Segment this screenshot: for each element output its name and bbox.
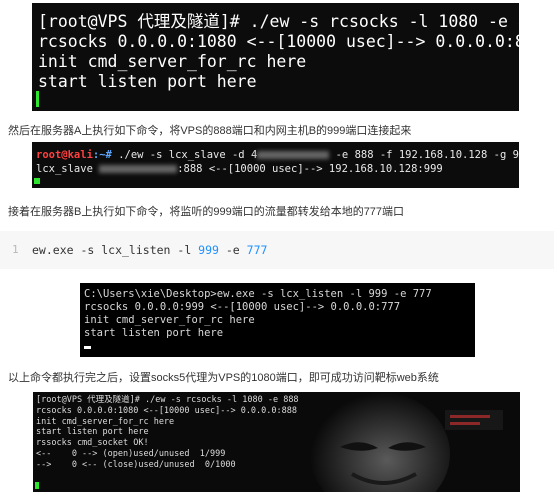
terminal-line: [root@VPS 代理及隧道]# ./ew -s rcsocks -l 108… — [38, 12, 519, 31]
terminal-line: rcsocks 0.0.0.0:1080 <--[10000 usec]--> … — [38, 32, 519, 51]
terminal-line: init cmd_server_for_rc here — [38, 52, 307, 71]
cursor-indicator — [35, 482, 39, 489]
code-text: -e — [218, 243, 247, 257]
terminal-line: init cmd_server_for_rc here — [84, 314, 255, 326]
terminal-line: rssocks cmd_socket OK! — [36, 438, 149, 449]
code-number: 777 — [246, 243, 268, 257]
code-line: ew.exe -s lcx_listen -l 999 -e 777 — [32, 243, 267, 257]
terminal-line: init cmd_server_for_rc here — [36, 416, 175, 427]
command-text: ./ew -s lcx_slave -d 4 — [111, 149, 258, 161]
terminal-line: rcsocks 0.0.0.0:999 <--[10000 usec]--> 0… — [84, 301, 401, 313]
terminal-line: start listen port here — [84, 327, 224, 339]
terminal-line: [root@VPS 代理及隧道]# ./ew -s rcsocks -l 108… — [36, 395, 299, 405]
terminal-vps-rcsocks-result: [root@VPS 代理及隧道]# ./ew -s rcsocks -l 108… — [33, 392, 520, 492]
terminal-kali-lcx-slave: root@kali:~# ./ew -s lcx_slave -d 4 -e 8… — [32, 142, 519, 188]
command-text: -e 888 -f 192.168.10.128 -g 999 — [329, 149, 519, 161]
terminal-line: lcx_slave :888 <--[10000 usec]--> 192.16… — [32, 162, 519, 176]
cursor-indicator — [84, 346, 91, 349]
prompt-path: :~# — [92, 149, 112, 161]
terminal-windows-lcx-listen: C:\Users\xie\Desktop>ew.exe -s lcx_liste… — [80, 283, 475, 357]
cursor-indicator — [34, 178, 40, 184]
line-number: 1 — [12, 243, 19, 256]
terminal-line: start listen port here — [36, 427, 149, 438]
caption-step-c: 以上命令都执行完之后，设置socks5代理为VPS的1080端口，即可成功访问靶… — [8, 372, 439, 384]
terminal-line: rcsocks 0.0.0.0:1080 <--[10000 usec]--> … — [36, 405, 297, 416]
terminal-line: <-- 0 --> (open)used/unused 1/999 — [36, 448, 226, 459]
code-block: 1 ew.exe -s lcx_listen -l 999 -e 777 — [0, 231, 554, 269]
redacted-ip — [99, 165, 178, 173]
cursor-indicator — [36, 91, 39, 107]
caption-step-a: 然后在服务器A上执行如下命令，将VPS的888端口和内网主机B的999端口连接起… — [8, 125, 412, 137]
terminal-line: --> 0 <-- (close)used/unused 0/1000 — [36, 459, 236, 470]
caption-step-b: 接着在服务器B上执行如下命令，将监听的999端口的流量都转发给本地的777端口 — [8, 206, 405, 218]
output-text: lcx_slave — [36, 163, 100, 175]
code-text: ew.exe -s lcx_listen -l — [32, 243, 199, 257]
terminal-line: root@kali:~# ./ew -s lcx_slave -d 4 -e 8… — [32, 148, 519, 162]
redacted-ip — [257, 151, 330, 159]
terminal-vps-rcsocks: [root@VPS 代理及隧道]# ./ew -s rcsocks -l 108… — [32, 3, 519, 111]
terminal-line: C:\Users\xie\Desktop>ew.exe -s lcx_liste… — [84, 288, 432, 300]
prompt-user: root@kali — [36, 149, 93, 161]
code-number: 999 — [198, 243, 219, 257]
output-text: :888 <--[10000 usec]--> 192.168.10.128:9… — [177, 163, 443, 175]
terminal-line: start listen port here — [38, 72, 257, 91]
